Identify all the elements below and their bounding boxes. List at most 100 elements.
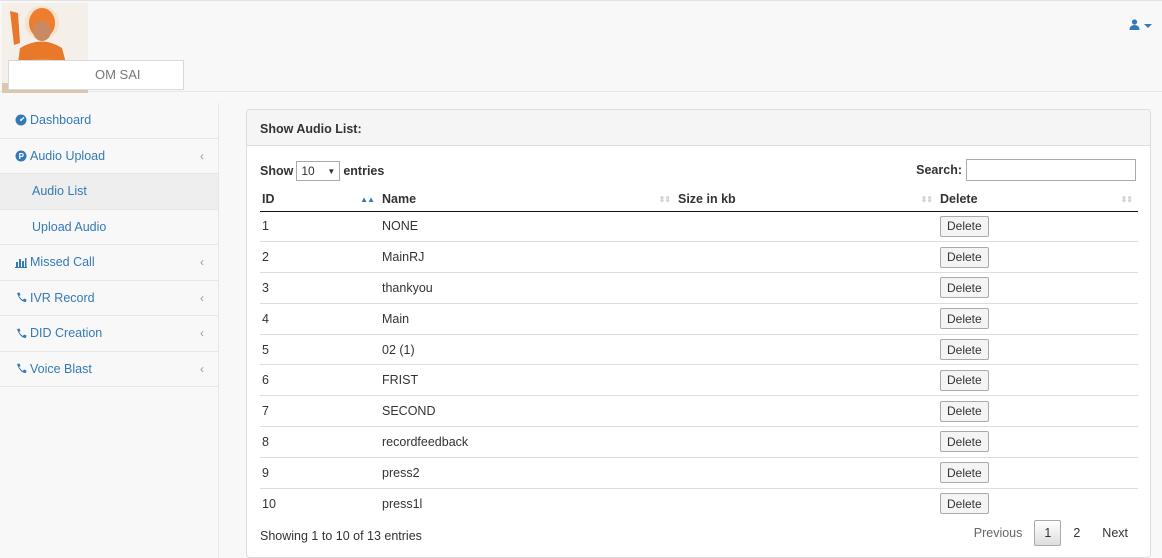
sidebar-item-label: Missed Call — [30, 255, 95, 270]
sidebar-item-audio-list[interactable]: Audio List — [0, 174, 218, 210]
cell-id: 3 — [260, 272, 380, 304]
delete-button[interactable]: Delete — [940, 462, 989, 484]
pagination-previous[interactable]: Previous — [964, 521, 1033, 545]
table-row: 4 Main Delete — [260, 302, 1138, 335]
column-header-id[interactable]: ID ▲▲ — [260, 187, 380, 212]
delete-button[interactable]: Delete — [940, 493, 989, 515]
table-header-row: ID ▲▲ Name ⇕⇕ Size in kb ⇕⇕ Delete ⇕⇕ — [260, 187, 1138, 212]
sidebar-item-dashboard[interactable]: Dashboard — [0, 103, 218, 139]
cell-id: 8 — [260, 426, 380, 458]
table-row: 5 02 (1) Delete — [260, 333, 1138, 365]
column-header-name[interactable]: Name ⇕⇕ — [380, 187, 676, 212]
cell-size — [676, 272, 938, 304]
sort-both-icon: ⇕⇕ — [920, 195, 933, 204]
chevron-left-icon: ‹ — [200, 290, 204, 305]
cell-name: 02 (1) — [380, 333, 676, 365]
top-navbar: OM SAI — [0, 0, 1162, 93]
sidebar-item-label: Audio Upload — [30, 148, 106, 163]
search-control: Search: — [916, 159, 1136, 181]
chevron-down-icon — [1144, 24, 1152, 28]
cell-name: SECOND — [380, 395, 676, 427]
cell-id: 1 — [262, 219, 269, 234]
audio-upload-icon: P — [14, 149, 28, 163]
cell-id: 9 — [260, 456, 380, 489]
delete-button[interactable]: Delete — [940, 369, 989, 391]
sidebar-item-audio-upload[interactable]: P Audio Upload ‹ — [0, 139, 218, 174]
sidebar-item-label: DID Creation — [30, 326, 103, 341]
chevron-left-icon: ‹ — [200, 148, 204, 163]
table-row: 10 press1l Delete — [260, 487, 1138, 519]
cell-name: recordfeedback — [380, 426, 676, 458]
bar-chart-icon — [14, 255, 28, 269]
sort-ascending-icon: ▲▲ — [360, 195, 375, 204]
delete-button[interactable]: Delete — [940, 246, 989, 268]
delete-button[interactable]: Delete — [940, 431, 989, 453]
svg-text:P: P — [19, 152, 25, 161]
cell-name: thankyou — [380, 272, 676, 304]
cell-id: 6 — [260, 364, 380, 396]
sidebar-item-missed-call[interactable]: Missed Call ‹ — [0, 245, 218, 281]
chevron-down-icon: ▼ — [327, 167, 336, 176]
entries-label: entries — [343, 164, 385, 178]
table-row: 2 MainRJ Delete — [260, 241, 1138, 273]
cell-id: 5 — [260, 333, 380, 365]
cell-size — [676, 395, 938, 427]
sidebar-item-label: Voice Blast — [30, 361, 92, 376]
sidebar-item-upload-audio[interactable]: Upload Audio — [0, 209, 218, 245]
column-header-size[interactable]: Size in kb ⇕⇕ — [676, 187, 938, 212]
delete-button[interactable]: Delete — [940, 339, 989, 361]
sidebar-item-voice-blast[interactable]: Voice Blast ‹ — [0, 352, 218, 387]
search-input[interactable] — [966, 159, 1136, 181]
sort-both-icon: ⇕⇕ — [658, 195, 671, 204]
delete-button[interactable]: Delete — [940, 308, 989, 330]
entries-length-control: Show 10 ▼ entries — [260, 161, 384, 181]
pagination-page-2[interactable]: 2 — [1063, 521, 1090, 545]
sidebar-item-label: Dashboard — [30, 113, 92, 128]
sidebar-item-did-creation[interactable]: DID Creation ‹ — [0, 316, 218, 352]
cell-id: 10 — [260, 487, 380, 519]
pagination-page-1[interactable]: 1 — [1034, 520, 1062, 546]
sidebar-item-ivr-record[interactable]: IVR Record ‹ — [0, 281, 218, 316]
cell-delete: Delete — [938, 333, 1138, 365]
chevron-left-icon: ‹ — [200, 255, 204, 270]
table-row: 1 NONE Delete — [260, 211, 1138, 242]
entries-select-value: 10 — [301, 164, 315, 178]
cell-id: 2 — [260, 241, 380, 273]
table-info: Showing 1 to 10 of 13 entries — [260, 529, 422, 543]
brand-name: OM SAI — [95, 67, 141, 82]
table-row: 3 thankyou Delete — [260, 272, 1138, 304]
sort-both-icon: ⇕⇕ — [1120, 195, 1133, 204]
sidebar-item-label: Upload Audio — [32, 219, 107, 234]
table-row: 7 SECOND Delete — [260, 395, 1138, 427]
column-header-delete[interactable]: Delete ⇕⇕ — [938, 187, 1138, 212]
cell-size — [676, 241, 938, 273]
table-row: 8 recordfeedback Delete — [260, 426, 1138, 458]
cell-delete: Delete — [938, 487, 1138, 519]
table-row: 6 FRIST Delete — [260, 364, 1138, 396]
search-label: Search: — [916, 163, 962, 177]
cell-delete: Delete — [938, 272, 1138, 304]
cell-size — [676, 456, 938, 489]
pagination-next[interactable]: Next — [1092, 521, 1138, 545]
user-menu-dropdown[interactable] — [1129, 19, 1152, 33]
table-row: 9 press2 Delete — [260, 456, 1138, 489]
cell-id: 4 — [260, 302, 380, 335]
delete-button[interactable]: Delete — [940, 277, 989, 299]
user-icon — [1129, 19, 1140, 33]
cell-size — [676, 426, 938, 458]
entries-select[interactable]: 10 ▼ — [296, 161, 341, 181]
cell-name: press1l — [380, 487, 676, 519]
table-controls: Show 10 ▼ entries Search: — [247, 146, 1150, 182]
delete-button[interactable]: Delete — [940, 215, 989, 237]
audio-table: ID ▲▲ Name ⇕⇕ Size in kb ⇕⇕ Delete ⇕⇕ 1 N… — [260, 187, 1138, 519]
cell-delete: Delete — [938, 364, 1138, 396]
chevron-left-icon: ‹ — [200, 361, 204, 376]
audio-list-panel: Show Audio List: Show 10 ▼ entries Searc… — [246, 109, 1151, 558]
delete-button[interactable]: Delete — [940, 400, 989, 422]
cell-name: FRIST — [380, 364, 676, 396]
cell-size — [676, 333, 938, 365]
cell-delete: Delete — [938, 211, 1138, 242]
cell-name: NONE — [382, 219, 419, 234]
sidebar-item-label: IVR Record — [30, 290, 95, 305]
phone-icon — [14, 291, 28, 305]
